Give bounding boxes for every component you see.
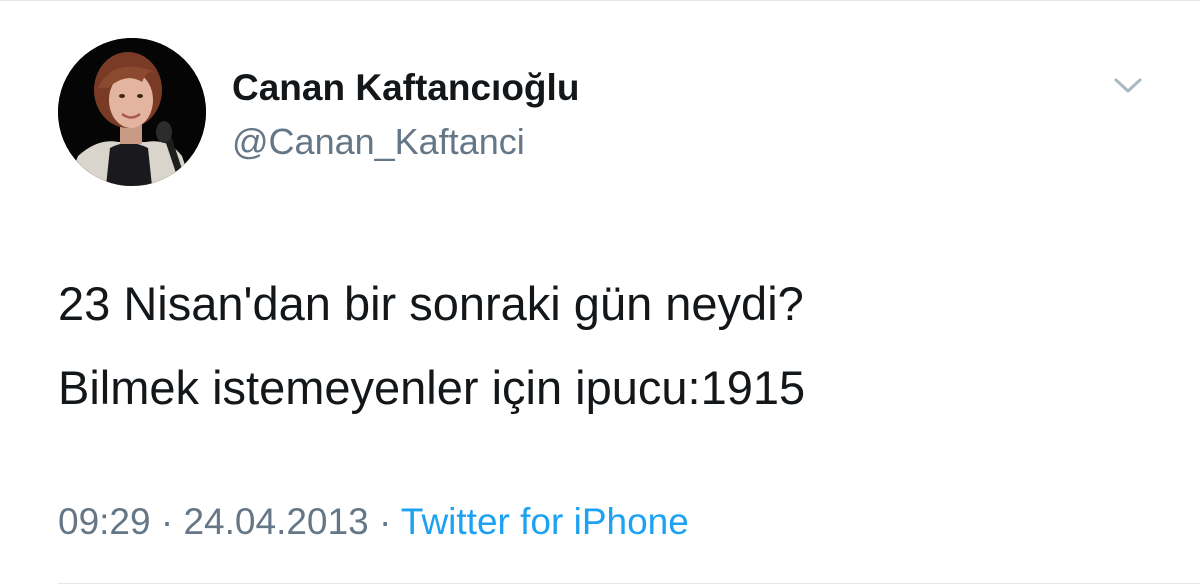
tweet-text-line: Bilmek istemeyenler için ipucu:1915 <box>58 361 806 414</box>
display-name[interactable]: Canan Kaftancıoğlu <box>232 66 579 110</box>
avatar[interactable] <box>58 38 206 186</box>
avatar-image <box>58 38 206 186</box>
bottom-divider <box>58 583 1200 584</box>
tweet-text-line: 23 Nisan'dan bir sonraki gün neydi? <box>58 277 804 330</box>
tweet-time[interactable]: 09:29 <box>58 501 151 542</box>
tweet-text: 23 Nisan'dan bir sonraki gün neydi? Bilm… <box>58 262 1158 430</box>
separator-dot: · <box>378 501 392 542</box>
author-info: Canan Kaftancıoğlu @Canan_Kaftanci <box>232 66 579 164</box>
user-handle[interactable]: @Canan_Kaftanci <box>232 120 579 164</box>
chevron-down-icon[interactable] <box>1110 74 1146 98</box>
separator-dot: · <box>160 501 174 542</box>
tweet-card: Canan Kaftancıoğlu @Canan_Kaftanci 23 Ni… <box>0 0 1200 586</box>
tweet-date[interactable]: 24.04.2013 <box>183 501 368 542</box>
tweet-source-link[interactable]: Twitter for iPhone <box>401 501 689 542</box>
tweet-metadata: 09:29 · 24.04.2013 · Twitter for iPhone <box>58 500 689 544</box>
